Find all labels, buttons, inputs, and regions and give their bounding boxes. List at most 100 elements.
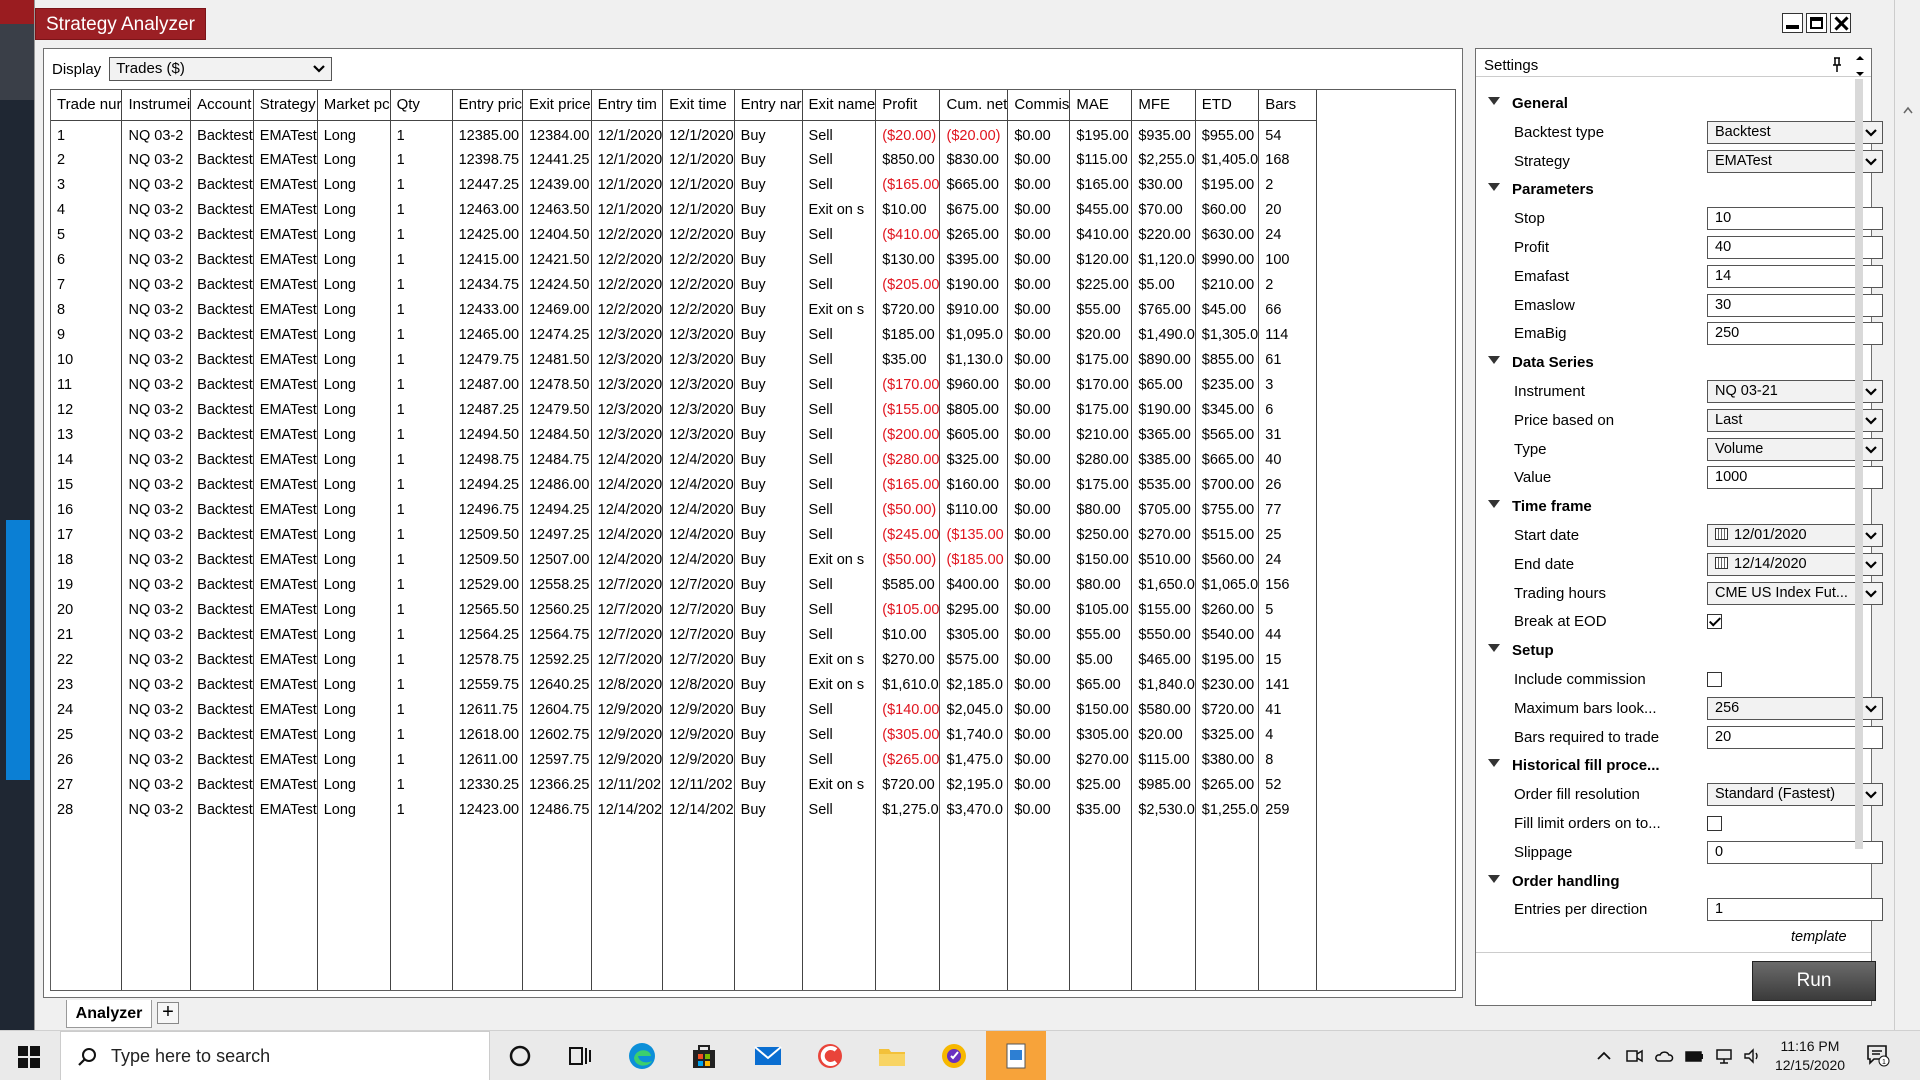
table-row[interactable]: 7 NQ 03-2 Backtest EMATest Long 1 12434.75 1242…: [51, 272, 1318, 297]
active-app-highlight[interactable]: [986, 1031, 1046, 1080]
column-header[interactable]: Instrumei: [121, 90, 192, 121]
collapse-triangle-icon[interactable]: [1488, 97, 1500, 105]
table-row[interactable]: 4 NQ 03-2 Backtest EMATest Long 1 12463.00 1246…: [51, 197, 1318, 222]
table-row[interactable]: 6 NQ 03-2 Backtest EMATest Long 1 12415.00 1242…: [51, 247, 1318, 272]
chevron-up-icon[interactable]: [1594, 1046, 1614, 1066]
column-header[interactable]: Entry pric: [452, 90, 523, 121]
category-label[interactable]: Historical fill proce...: [1512, 757, 1660, 774]
property-checkbox[interactable]: [1707, 671, 1722, 687]
meet-now-icon[interactable]: [1624, 1046, 1644, 1066]
table-row[interactable]: 3 NQ 03-2 Backtest EMATest Long 1 12447.25 1243…: [51, 172, 1318, 197]
norton-icon[interactable]: [938, 1040, 970, 1072]
table-row[interactable]: 27 NQ 03-2 Backtest EMATest Long 1 12330.25 123…: [51, 772, 1318, 797]
column-header[interactable]: Strategy: [253, 90, 318, 121]
category-label[interactable]: Order handling: [1512, 873, 1620, 890]
mail-icon[interactable]: [752, 1040, 784, 1072]
table-row[interactable]: 17 NQ 03-2 Backtest EMATest Long 1 12509.50 124…: [51, 522, 1318, 547]
scrollbar-thumb[interactable]: [1855, 79, 1863, 849]
minimize-button[interactable]: [1782, 13, 1803, 33]
maximize-button[interactable]: [1806, 13, 1827, 33]
notification-icon[interactable]: 1: [1866, 1043, 1890, 1067]
template-link[interactable]: template: [1791, 929, 1847, 945]
table-row[interactable]: 16 NQ 03-2 Backtest EMATest Long 1 12496.75 124…: [51, 497, 1318, 522]
collapse-triangle-icon[interactable]: [1488, 874, 1500, 883]
category-label[interactable]: Parameters: [1512, 181, 1594, 198]
table-row[interactable]: 2 NQ 03-2 Backtest EMATest Long 1 12398.75 1244…: [51, 147, 1318, 172]
ccleaner-icon[interactable]: [814, 1040, 846, 1072]
column-header[interactable]: Trade nur: [51, 90, 123, 121]
add-tab-button[interactable]: +: [157, 1002, 179, 1024]
collapse-triangle-icon[interactable]: [1488, 183, 1500, 192]
table-row[interactable]: 5 NQ 03-2 Backtest EMATest Long 1 12425.00 1240…: [51, 222, 1318, 247]
table-row[interactable]: 8 NQ 03-2 Backtest EMATest Long 1 12433.00 1246…: [51, 297, 1318, 322]
taskbar-clock[interactable]: 11:16 PM 12/15/2020: [1770, 1037, 1850, 1075]
column-header[interactable]: Entry tim: [591, 90, 664, 121]
onedrive-icon[interactable]: [1654, 1046, 1674, 1066]
cortana-icon[interactable]: [504, 1040, 536, 1072]
window-title[interactable]: Strategy Analyzer: [35, 8, 206, 40]
outer-scrollbar[interactable]: [1894, 0, 1920, 1030]
task-view-icon[interactable]: [564, 1040, 596, 1072]
settings-scrollbar[interactable]: [1854, 79, 1864, 929]
trades-table-container[interactable]: Trade nur Instrumei Account Strategy Market …: [50, 89, 1456, 991]
category-label[interactable]: Setup: [1512, 642, 1554, 659]
column-header[interactable]: Profit: [875, 90, 941, 121]
volume-icon[interactable]: [1742, 1046, 1762, 1066]
title-bar[interactable]: Strategy Analyzer: [35, 0, 1895, 44]
store-icon[interactable]: [688, 1040, 720, 1072]
column-header[interactable]: Exit price: [522, 90, 592, 121]
column-header[interactable]: Account: [190, 90, 254, 121]
column-header[interactable]: Bars: [1258, 90, 1318, 121]
table-row[interactable]: 18 NQ 03-2 Backtest EMATest Long 1 12509.50 125…: [51, 547, 1318, 572]
collapse-triangle-icon[interactable]: [1488, 644, 1500, 653]
display-select[interactable]: Trades ($): [109, 57, 333, 81]
column-header[interactable]: Exit time: [662, 90, 735, 121]
column-header[interactable]: Entry nar: [734, 90, 803, 121]
column-header[interactable]: MFE: [1131, 90, 1196, 121]
table-row[interactable]: 26 NQ 03-2 Backtest EMATest Long 1 12611.00 125…: [51, 747, 1318, 772]
tab-analyzer[interactable]: Analyzer: [66, 1000, 152, 1028]
table-row[interactable]: 14 NQ 03-2 Backtest EMATest Long 1 12498.75 124…: [51, 447, 1318, 472]
category-label[interactable]: General: [1512, 95, 1568, 112]
table-row[interactable]: 24 NQ 03-2 Backtest EMATest Long 1 12611.75 126…: [51, 697, 1318, 722]
table-row[interactable]: 23 NQ 03-2 Backtest EMATest Long 1 12559.75 126…: [51, 672, 1318, 697]
column-header[interactable]: Qty: [390, 90, 453, 121]
column-header[interactable]: Market pc: [317, 90, 391, 121]
column-header[interactable]: Exit name: [802, 90, 877, 121]
category-label[interactable]: Data Series: [1512, 354, 1594, 371]
table-row[interactable]: 19 NQ 03-2 Backtest EMATest Long 1 12529.00 125…: [51, 572, 1318, 597]
table-row[interactable]: 25 NQ 03-2 Backtest EMATest Long 1 12618.00 126…: [51, 722, 1318, 747]
battery-icon[interactable]: [1684, 1046, 1704, 1066]
table-row[interactable]: 9 NQ 03-2 Backtest EMATest Long 1 12465.00 1247…: [51, 322, 1318, 347]
property-checkbox[interactable]: [1707, 815, 1722, 831]
table-row[interactable]: 1 NQ 03-2 Backtest EMATest Long 1 12385.00 1238…: [51, 120, 1318, 147]
scroll-up-icon[interactable]: [1903, 106, 1913, 114]
table-row[interactable]: 12 NQ 03-2 Backtest EMATest Long 1 12487.25 124…: [51, 397, 1318, 422]
close-button[interactable]: [1830, 13, 1851, 33]
collapse-triangle-icon[interactable]: [1488, 500, 1500, 509]
column-header[interactable]: MAE: [1069, 90, 1133, 121]
table-row[interactable]: 21 NQ 03-2 Backtest EMATest Long 1 12564.25 125…: [51, 622, 1318, 647]
edge-icon[interactable]: [626, 1040, 658, 1072]
scroll-arrows-icon[interactable]: [1854, 53, 1866, 79]
table-row[interactable]: 13 NQ 03-2 Backtest EMATest Long 1 12494.50 124…: [51, 422, 1318, 447]
table-row[interactable]: 10 NQ 03-2 Backtest EMATest Long 1 12479.75 124…: [51, 347, 1318, 372]
table-row[interactable]: 11 NQ 03-2 Backtest EMATest Long 1 12487.00 124…: [51, 372, 1318, 397]
column-header[interactable]: Commis: [1007, 90, 1071, 121]
pin-icon[interactable]: [1831, 57, 1843, 73]
collapse-triangle-icon[interactable]: [1488, 356, 1500, 365]
table-row[interactable]: 22 NQ 03-2 Backtest EMATest Long 1 12578.75 125…: [51, 647, 1318, 672]
table-row[interactable]: 20 NQ 03-2 Backtest EMATest Long 1 12565.50 125…: [51, 597, 1318, 622]
table-row[interactable]: 28 NQ 03-2 Backtest EMATest Long 1 12423.00 124…: [51, 797, 1318, 822]
column-header[interactable]: Cum. net: [939, 90, 1009, 121]
windows-start-icon[interactable]: [18, 1046, 40, 1068]
taskbar-search[interactable]: Type here to search: [60, 1031, 490, 1080]
column-header[interactable]: ETD: [1195, 90, 1260, 121]
run-button[interactable]: Run: [1752, 961, 1876, 1001]
file-explorer-icon[interactable]: [876, 1040, 908, 1072]
network-icon[interactable]: [1714, 1046, 1734, 1066]
category-label[interactable]: Time frame: [1512, 498, 1592, 515]
property-checkbox[interactable]: [1707, 614, 1722, 630]
collapse-triangle-icon[interactable]: [1488, 759, 1500, 768]
table-row[interactable]: 15 NQ 03-2 Backtest EMATest Long 1 12494.25 124…: [51, 472, 1318, 497]
